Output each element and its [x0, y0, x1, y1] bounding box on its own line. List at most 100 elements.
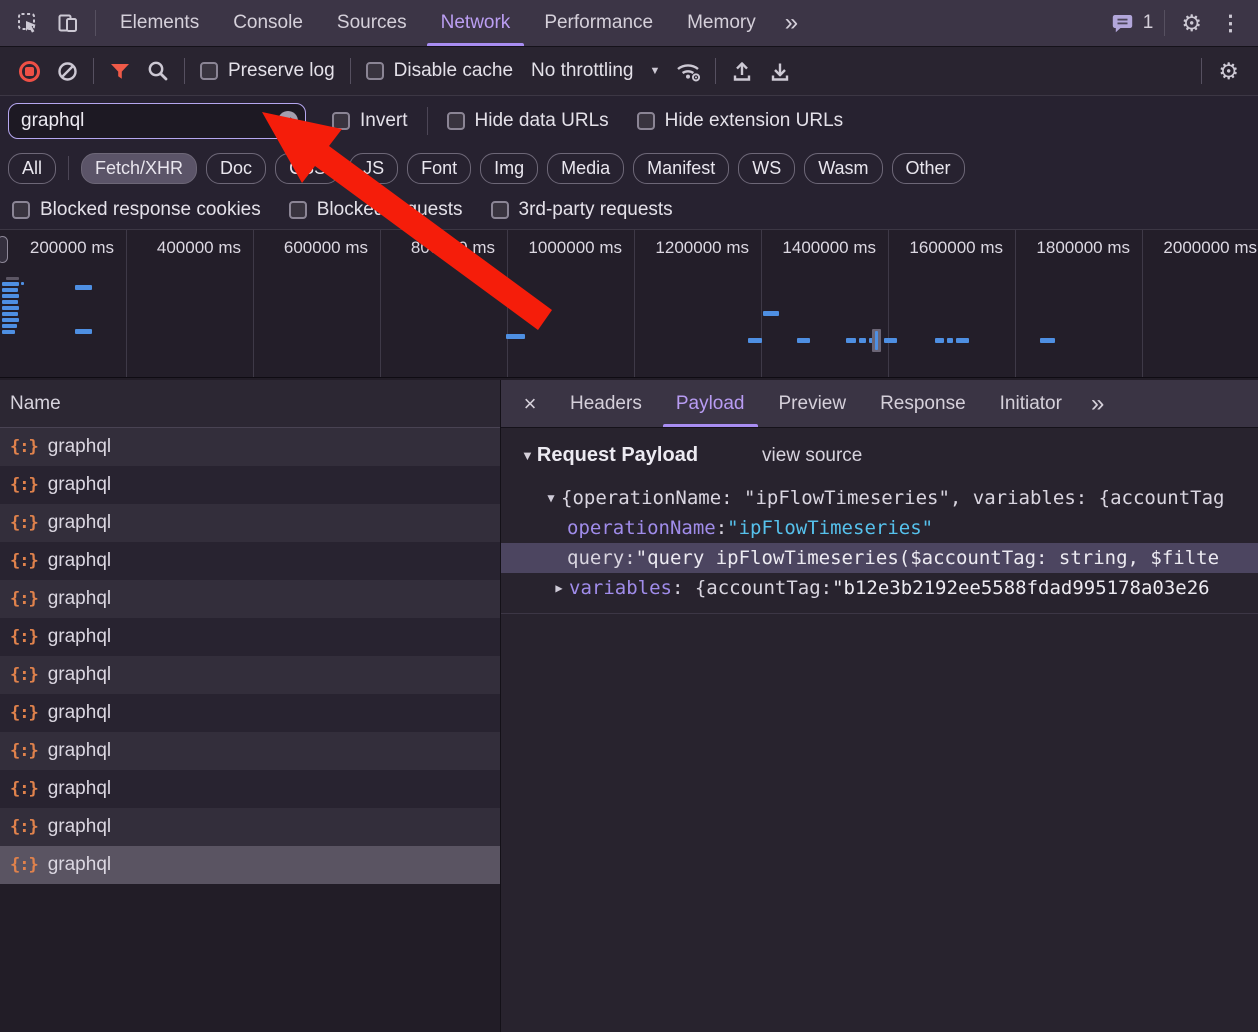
3rd-party-requests-checkbox[interactable]: 3rd-party requests	[491, 199, 673, 221]
timeline-columns: 200000 ms400000 ms600000 ms800000 ms1000…	[0, 230, 1258, 377]
request-row[interactable]: {:}graphql	[0, 846, 500, 884]
filter-chip-img[interactable]: Img	[480, 153, 538, 184]
disable-cache-checkbox[interactable]: Disable cache	[366, 60, 513, 82]
invert-label: Invert	[360, 110, 408, 132]
record-icon	[19, 61, 40, 82]
tab-console[interactable]: Console	[216, 0, 320, 46]
details-tab-preview[interactable]: Preview	[762, 380, 864, 427]
divider	[427, 107, 428, 135]
network-conditions-button[interactable]	[670, 53, 708, 89]
filter-chip-doc[interactable]: Doc	[206, 153, 266, 184]
xhr-braces-icon: {:}	[10, 665, 38, 685]
preserve-log-checkbox[interactable]: Preserve log	[200, 60, 335, 82]
payload-tree-line[interactable]: operationName: "ipFlowTimeseries"	[501, 513, 1258, 543]
record-network-log-button[interactable]	[10, 53, 48, 89]
request-row[interactable]: {:}graphql	[0, 466, 500, 504]
filter-chip-ws[interactable]: WS	[738, 153, 795, 184]
kebab-menu-icon[interactable]: ⋮	[1211, 11, 1250, 36]
divider	[1164, 10, 1165, 36]
expander-triangle-icon[interactable]: ▶	[549, 573, 569, 603]
blocked-requests-checkbox[interactable]: Blocked requests	[289, 199, 463, 221]
hide-extension-urls-checkbox[interactable]: Hide extension URLs	[637, 110, 843, 132]
filter-chip-fetch-xhr[interactable]: Fetch/XHR	[81, 153, 197, 184]
details-tab-response[interactable]: Response	[863, 380, 983, 427]
payload-tree-line[interactable]: ▶variables: {accountTag: "b12e3b2192ee55…	[501, 573, 1258, 603]
filter-toggle-button[interactable]	[101, 53, 139, 89]
device-toolbar-button[interactable]	[48, 0, 88, 46]
expander-triangle-icon[interactable]: ▼	[541, 483, 561, 513]
network-toolbar: Preserve log Disable cache No throttling…	[0, 47, 1258, 96]
filter-input[interactable]	[8, 103, 306, 139]
tab-sources[interactable]: Sources	[320, 0, 424, 46]
collapse-triangle-icon[interactable]: ▼	[521, 448, 534, 463]
network-settings-gear-icon[interactable]: ⚙	[1209, 58, 1248, 85]
payload-tree-line[interactable]: query: "query ipFlowTimeseries($accountT…	[501, 543, 1258, 573]
request-row[interactable]: {:}graphql	[0, 580, 500, 618]
tab-network[interactable]: Network	[424, 0, 528, 46]
divider	[68, 156, 69, 180]
import-har-button[interactable]	[723, 53, 761, 89]
clear-filter-icon[interactable]: ×	[278, 111, 298, 131]
timeline-scroll-handle[interactable]	[0, 236, 8, 263]
inspect-element-button[interactable]	[8, 0, 48, 46]
payload-token-key: variables	[569, 573, 672, 603]
issues-button[interactable]	[1108, 13, 1138, 34]
export-har-button[interactable]	[761, 53, 799, 89]
disable-cache-label: Disable cache	[394, 60, 513, 82]
details-tab-payload[interactable]: Payload	[659, 380, 762, 427]
tab-memory[interactable]: Memory	[670, 0, 773, 46]
details-tab-headers[interactable]: Headers	[553, 380, 659, 427]
panel-tabs: ElementsConsoleSourcesNetworkPerformance…	[103, 0, 773, 46]
details-more-tabs-button[interactable]: »	[1079, 380, 1116, 427]
timeline-overview[interactable]: 200000 ms400000 ms600000 ms800000 ms1000…	[0, 230, 1258, 378]
tab-performance[interactable]: Performance	[527, 0, 670, 46]
request-name: graphql	[48, 816, 111, 838]
xhr-braces-icon: {:}	[10, 437, 38, 457]
divider	[715, 58, 716, 84]
search-network-button[interactable]	[139, 53, 177, 89]
invert-checkbox[interactable]: Invert	[332, 110, 408, 132]
request-name: graphql	[48, 778, 111, 800]
checkbox-box	[200, 62, 218, 80]
request-row[interactable]: {:}graphql	[0, 694, 500, 732]
view-source-link[interactable]: view source	[762, 445, 862, 467]
filter-chip-wasm[interactable]: Wasm	[804, 153, 882, 184]
request-row[interactable]: {:}graphql	[0, 542, 500, 580]
request-row[interactable]: {:}graphql	[0, 428, 500, 466]
request-name: graphql	[48, 626, 111, 648]
hide-data-urls-checkbox[interactable]: Hide data URLs	[447, 110, 609, 132]
request-name: graphql	[48, 740, 111, 762]
filter-chip-other[interactable]: Other	[892, 153, 965, 184]
network-filter-row: × Invert Hide data URLs Hide extension U…	[0, 96, 1258, 146]
funnel-filter-icon	[110, 63, 130, 80]
request-name: graphql	[48, 664, 111, 686]
timeline-tick-label: 1400000 ms	[762, 230, 889, 377]
filter-chip-css[interactable]: CSS	[275, 153, 340, 184]
filter-chip-media[interactable]: Media	[547, 153, 624, 184]
throttling-value: No throttling	[531, 60, 633, 82]
request-row[interactable]: {:} graphql	[0, 656, 500, 694]
settings-gear-icon[interactable]: ⚙	[1172, 10, 1211, 37]
payload-tree-line[interactable]: ▼{operationName: "ipFlowTimeseries", var…	[501, 483, 1258, 513]
blocked-response-cookies-checkbox[interactable]: Blocked response cookies	[12, 199, 261, 221]
filter-chip-js[interactable]: JS	[349, 153, 398, 184]
details-tab-initiator[interactable]: Initiator	[983, 380, 1079, 427]
filter-chip-manifest[interactable]: Manifest	[633, 153, 729, 184]
throttling-dropdown[interactable]: No throttling ▼	[521, 60, 670, 82]
filter-chip-all[interactable]: All	[8, 153, 56, 184]
checkbox-label: Blocked response cookies	[40, 199, 261, 221]
request-row[interactable]: {:}graphql	[0, 618, 500, 656]
upload-icon	[731, 60, 753, 83]
close-details-icon[interactable]: ×	[507, 380, 553, 427]
more-tabs-button[interactable]: »	[773, 0, 810, 46]
tab-elements[interactable]: Elements	[103, 0, 216, 46]
request-row[interactable]: {:}graphql	[0, 808, 500, 846]
request-row[interactable]: {:}graphql	[0, 732, 500, 770]
request-row[interactable]: {:}graphql	[0, 770, 500, 808]
xhr-braces-icon: {:}	[10, 703, 38, 723]
clear-network-log-button[interactable]	[48, 53, 86, 89]
request-row[interactable]: {:}graphql	[0, 504, 500, 542]
filter-chip-font[interactable]: Font	[407, 153, 471, 184]
devtools-tab-bar: ElementsConsoleSourcesNetworkPerformance…	[0, 0, 1258, 47]
name-column-header[interactable]: Name	[0, 380, 500, 428]
